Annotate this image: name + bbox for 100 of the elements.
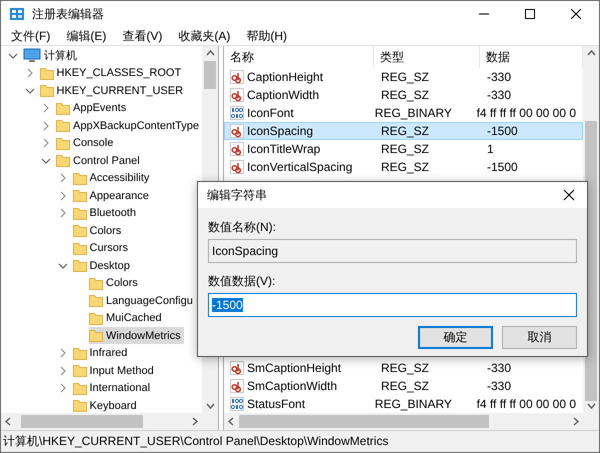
type-cell-text: REG_SZ <box>380 142 430 156</box>
computer-icon <box>23 48 41 64</box>
list-row[interactable]: IconSpacing REG_SZ -1500 <box>224 122 583 140</box>
folder-icon <box>40 84 54 98</box>
tree-item[interactable]: HKEY_CLASSES_ROOT <box>40 64 184 82</box>
scrollbar-thumb[interactable] <box>238 415 488 428</box>
value-name: StatusFont <box>247 397 306 411</box>
tree-item[interactable]: Bluetooth <box>72 204 139 222</box>
binary-value-icon <box>230 106 244 120</box>
string-value-icon <box>230 361 244 375</box>
tree-item[interactable]: LanguageConfigu <box>89 292 196 310</box>
tree-item[interactable]: Console <box>56 134 116 152</box>
string-value-icon <box>230 142 244 156</box>
tree-item[interactable]: HKEY_CURRENT_USER <box>40 82 186 100</box>
menu-item[interactable]: 查看(V) <box>114 27 170 45</box>
folder-icon <box>40 66 54 80</box>
value-name: IconTitleWrap <box>247 142 320 156</box>
tree-item[interactable]: WindowMetrics <box>89 327 184 344</box>
type-cell-text: REG_SZ <box>380 88 430 102</box>
field-label: 数值名称(N): <box>208 219 277 236</box>
folder-icon <box>72 364 86 378</box>
type-cell-text: REG_SZ <box>380 379 430 393</box>
value-name: IconVerticalSpacing <box>247 160 352 174</box>
maximize-icon <box>525 9 535 19</box>
list-row[interactable]: CaptionWidth REG_SZ -330 <box>224 86 583 104</box>
tree-item[interactable]: AppXBackupContentType <box>56 117 202 134</box>
tree-item[interactable]: Keyboard <box>72 397 140 413</box>
tree-item[interactable]: MuiCached <box>89 310 165 327</box>
status-bar: 计算机\HKEY_CURRENT_USER\Control Panel\Desktop\WindowMetrics <box>1 430 599 452</box>
type-cell-text: REG_SZ <box>380 361 430 375</box>
data-cell-text: -330 <box>486 88 512 102</box>
value-name: SmCaptionHeight <box>247 361 342 375</box>
tree-item[interactable]: Cursors <box>72 240 132 257</box>
text-field[interactable]: IconSpacing <box>208 239 577 263</box>
folder-icon <box>72 382 86 395</box>
tree-item[interactable]: Appearance <box>72 187 152 204</box>
folder-icon <box>72 259 86 272</box>
tree-item[interactable]: Colors <box>89 274 141 292</box>
folder-icon <box>72 172 86 185</box>
tree-item[interactable]: 计算机 <box>23 47 80 64</box>
list-row[interactable]: SmCaptionWidth REG_SZ -330 <box>224 377 583 395</box>
close-icon <box>571 9 581 19</box>
tree-item[interactable]: Desktop <box>72 257 133 274</box>
type-cell-text: REG_BINARY <box>374 397 453 411</box>
horizontal-scrollbar[interactable] <box>1 413 202 430</box>
folder-icon <box>89 294 103 308</box>
data-cell-text: -1500 <box>486 160 519 174</box>
horizontal-scrollbar[interactable] <box>224 413 583 430</box>
string-value-icon <box>230 379 244 393</box>
tree-item[interactable]: Accessibility <box>72 170 152 187</box>
menu-item[interactable]: 文件(F) <box>3 27 58 45</box>
data-cell-text: -330 <box>486 70 512 84</box>
folder-icon <box>56 119 70 132</box>
data-cell-text: f4 ff ff ff 00 00 00 0 <box>476 106 577 120</box>
list-row[interactable]: StatusFont REG_BINARY f4 ff ff ff 00 00 00 0 <box>224 395 583 413</box>
string-value-icon <box>230 88 244 102</box>
folder-icon <box>72 189 86 202</box>
list-row[interactable]: SmCaptionHeight REG_SZ -330 <box>224 359 583 377</box>
field-label: 数值数据(V): <box>208 273 276 290</box>
folder-icon <box>89 329 103 342</box>
string-value-icon <box>230 160 244 174</box>
value-name: SmCaptionWidth <box>247 379 338 393</box>
folder-icon <box>72 346 86 360</box>
folder-icon <box>72 224 86 238</box>
menu-item[interactable]: 编辑(E) <box>58 27 114 45</box>
folder-icon <box>72 242 86 255</box>
string-value-icon <box>230 70 244 84</box>
data-cell-text: 1 <box>486 142 495 156</box>
data-cell-text: f4 ff ff ff 00 00 00 0 <box>476 397 577 411</box>
folder-icon <box>56 136 70 150</box>
scrollbar-thumb[interactable] <box>20 415 142 428</box>
scrollbar-thumb[interactable] <box>204 61 216 89</box>
menu-item[interactable]: 收藏夹(A) <box>170 27 238 45</box>
data-cell-text: -330 <box>486 379 512 393</box>
folder-icon <box>56 102 70 115</box>
dialog-title: 编辑字符串 <box>207 186 268 204</box>
folder-icon <box>72 206 86 220</box>
folder-icon <box>89 276 103 290</box>
list-row[interactable]: IconVerticalSpacing REG_SZ -1500 <box>224 158 583 176</box>
tree-item[interactable]: International <box>72 380 154 397</box>
app-icon <box>9 6 25 22</box>
tree-item[interactable]: Colors <box>72 222 124 240</box>
list-row[interactable]: CaptionHeight REG_SZ -330 <box>224 68 583 86</box>
tree-item[interactable]: AppEvents <box>56 100 130 117</box>
ok-button[interactable]: 确定 <box>418 326 493 349</box>
type-cell-text: REG_SZ <box>380 160 430 174</box>
type-cell-text: REG_BINARY <box>374 106 453 120</box>
list-row[interactable]: IconFont REG_BINARY f4 ff ff ff 00 00 00 0 <box>224 104 583 122</box>
tree-item[interactable]: Input Method <box>72 362 157 380</box>
list-row[interactable]: IconTitleWrap REG_SZ 1 <box>224 140 583 158</box>
tree-item[interactable]: Control Panel <box>56 152 143 170</box>
binary-value-icon <box>230 397 244 411</box>
menu-item[interactable]: 帮助(H) <box>238 27 295 45</box>
tree-item[interactable]: Infrared <box>72 344 130 362</box>
folder-icon <box>56 154 70 168</box>
text-field[interactable]: -1500 <box>208 293 577 317</box>
type-cell-text: REG_SZ <box>380 124 430 138</box>
value-name: CaptionWidth <box>247 88 320 102</box>
data-cell-text: -330 <box>486 361 512 375</box>
cancel-button[interactable]: 取消 <box>502 326 577 349</box>
